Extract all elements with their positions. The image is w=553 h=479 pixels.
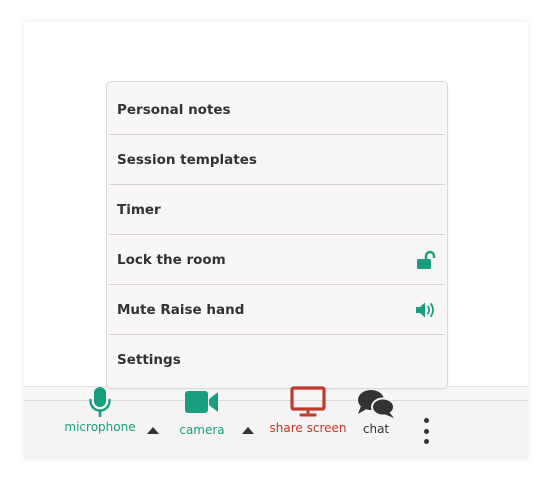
menu-item-timer[interactable]: Timer xyxy=(109,185,445,235)
microphone-options-caret[interactable] xyxy=(147,427,159,434)
chat-label: chat xyxy=(362,422,390,436)
microphone-button[interactable]: microphone xyxy=(64,386,136,434)
microphone-icon xyxy=(88,386,112,422)
menu-item-settings[interactable]: Settings xyxy=(109,335,445,385)
chat-button[interactable]: chat xyxy=(354,388,398,436)
menu-item-label: Session templates xyxy=(117,151,257,168)
menu-item-session-templates[interactable]: Session templates xyxy=(109,135,445,185)
more-dot xyxy=(423,428,429,434)
speaker-volume-icon xyxy=(415,301,437,319)
microphone-label: microphone xyxy=(64,420,136,434)
menu-item-lock-the-room[interactable]: Lock the room xyxy=(109,235,445,285)
more-dot xyxy=(423,439,429,444)
menu-item-label: Personal notes xyxy=(117,101,231,118)
menu-item-mute-raise-hand[interactable]: Mute Raise hand xyxy=(109,285,445,335)
unlocked-padlock-icon xyxy=(415,250,437,270)
menu-item-label: Mute Raise hand xyxy=(117,301,245,318)
camera-label: camera xyxy=(179,423,225,437)
camera-options-caret[interactable] xyxy=(242,427,254,434)
menu-item-label: Lock the room xyxy=(117,251,226,268)
chat-bubbles-icon xyxy=(356,388,396,424)
share-screen-label: share screen xyxy=(269,421,347,435)
video-camera-icon xyxy=(184,388,220,420)
menu-item-label: Settings xyxy=(117,352,181,368)
menu-item-personal-notes[interactable]: Personal notes xyxy=(109,85,445,135)
menu-item-label: Timer xyxy=(117,201,161,218)
share-screen-button[interactable]: share screen xyxy=(266,386,350,435)
camera-button[interactable]: camera xyxy=(176,386,228,437)
monitor-icon xyxy=(290,386,326,421)
more-dot xyxy=(423,418,429,423)
more-options-menu: Personal notes Session templates Timer L… xyxy=(106,81,448,389)
more-options-button[interactable] xyxy=(421,418,431,444)
